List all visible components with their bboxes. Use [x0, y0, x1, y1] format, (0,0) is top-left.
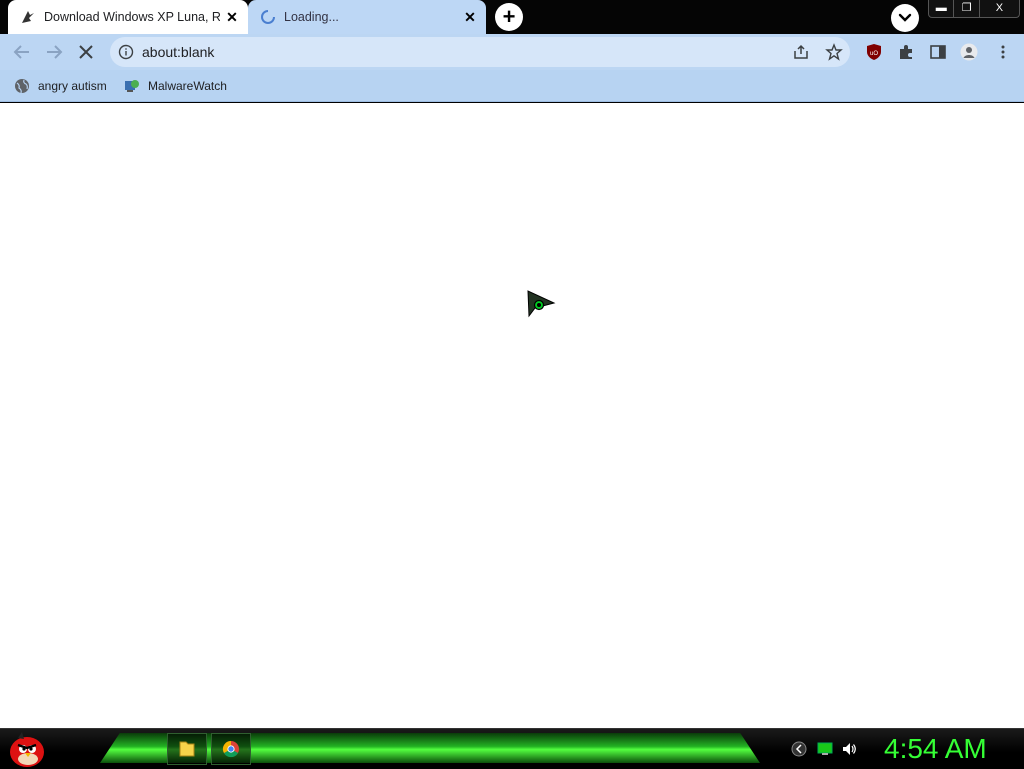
tab-search-button[interactable] [891, 4, 919, 32]
close-tab-icon[interactable]: ✕ [224, 9, 240, 25]
tab-title: Loading... [284, 10, 339, 24]
tab-download-windows-xp[interactable]: Download Windows XP Luna, Ro ✕ [8, 0, 248, 34]
extensions-puzzle-icon[interactable] [897, 43, 915, 61]
chrome-icon [222, 740, 239, 758]
address-bar[interactable]: about:blank [110, 37, 850, 67]
tab-strip: Download Windows XP Luna, Ro ✕ Loading..… [0, 0, 1024, 34]
forward-arrow-icon [47, 45, 63, 59]
pen-nib-icon [22, 11, 34, 23]
taskbar-clock[interactable]: 4:54 AM [884, 732, 987, 766]
chevron-down-icon [898, 13, 912, 22]
kaspersky-icon[interactable] [791, 741, 807, 757]
back-arrow-icon [13, 45, 29, 59]
profile-avatar-icon[interactable] [960, 43, 978, 61]
globe-icon [15, 79, 29, 94]
share-icon[interactable] [792, 43, 810, 61]
bookmark-star-icon[interactable] [825, 43, 843, 61]
new-tab-button[interactable]: + [495, 3, 523, 31]
window-controls: ▬ ❐ X [928, 0, 1020, 18]
spinner-icon [261, 10, 275, 24]
side-panel-icon[interactable] [929, 43, 947, 61]
tab-title: Download Windows XP Luna, Ro [44, 10, 220, 24]
minimize-button[interactable]: ▬ [929, 0, 955, 17]
taskbar-explorer-button[interactable] [167, 733, 207, 765]
browser-toolbar: about:blank uO [0, 34, 1024, 70]
bookmarks-bar: angry autism MalwareWatch [0, 70, 1024, 102]
busy-cursor-icon [527, 290, 556, 318]
ublock-origin-icon[interactable]: uO [865, 43, 883, 61]
restore-button[interactable]: ❐ [954, 0, 980, 17]
start-button-angry-bird-icon[interactable] [6, 730, 48, 768]
bookmark-malwarewatch[interactable]: MalwareWatch [124, 76, 227, 96]
taskbar-chrome-button[interactable] [211, 733, 251, 765]
network-icon[interactable] [817, 741, 833, 757]
info-icon[interactable] [118, 44, 134, 60]
page-content-blank[interactable] [0, 103, 1024, 728]
taskbar: 4:54 AM [0, 728, 1024, 768]
malwarewatch-icon [125, 80, 139, 92]
stop-x-icon [79, 45, 93, 59]
close-window-button[interactable]: X [980, 0, 1019, 17]
menu-kebab-icon[interactable] [994, 43, 1012, 61]
folder-icon [179, 741, 195, 757]
forward-button[interactable] [42, 40, 66, 64]
bookmark-label: angry autism [38, 79, 107, 93]
tab-loading[interactable]: Loading... ✕ [248, 0, 486, 34]
svg-text:uO: uO [870, 51, 878, 57]
bookmark-label: MalwareWatch [148, 79, 227, 93]
bookmark-angry-autism[interactable]: angry autism [14, 76, 107, 96]
close-tab-icon[interactable]: ✕ [462, 9, 478, 25]
url-text: about:blank [142, 44, 215, 60]
volume-icon[interactable] [841, 741, 857, 757]
stop-button[interactable] [74, 40, 98, 64]
back-button[interactable] [10, 40, 34, 64]
